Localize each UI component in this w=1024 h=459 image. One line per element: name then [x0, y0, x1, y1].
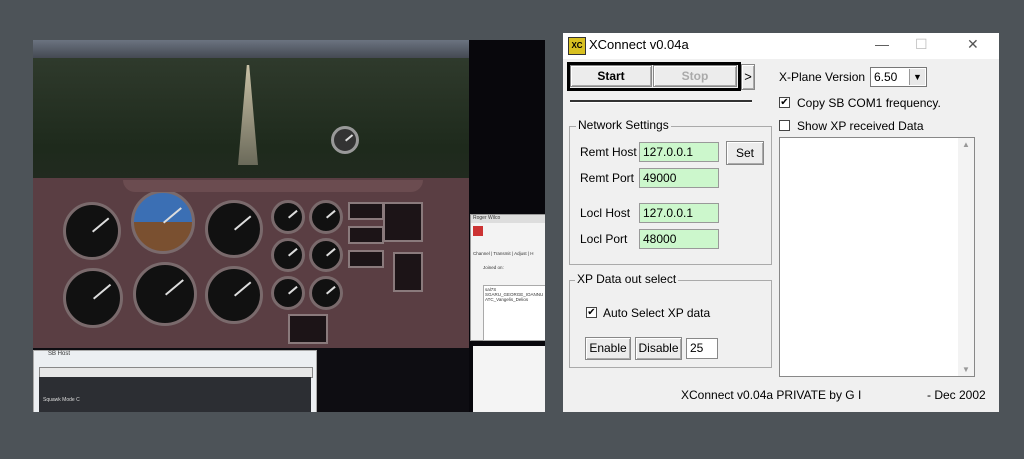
roger-wilco-list: sal7S SGARU_GEORGE_IOANNU ATC_Vangelis_D… — [483, 285, 545, 341]
start-button[interactable]: Start — [570, 65, 652, 87]
turn-coordinator-gauge — [63, 268, 123, 328]
remt-host-label: Remt Host — [580, 145, 637, 159]
disable-button[interactable]: Disable — [635, 337, 682, 360]
locl-port-label: Locl Port — [580, 232, 628, 246]
scrollbar[interactable]: ▲ ▼ — [958, 138, 974, 376]
blank-window — [473, 346, 545, 412]
radio-display-2 — [348, 226, 384, 244]
auto-select-checkbox[interactable]: ✔ — [586, 307, 597, 318]
copy-sb-label: Copy SB COM1 frequency. — [797, 96, 941, 110]
remt-port-label: Remt Port — [580, 171, 635, 185]
xp-data-label: XP Data out select — [575, 272, 679, 286]
adf-display — [383, 202, 423, 242]
stop-button[interactable]: Stop — [653, 65, 737, 87]
locl-port-field[interactable]: 48000 — [639, 229, 719, 249]
altimeter-gauge — [205, 200, 263, 258]
roger-wilco-title: Roger Wilco — [471, 215, 545, 223]
count-field[interactable]: 25 — [686, 338, 718, 359]
throttle-quadrant — [288, 314, 328, 344]
gps-display — [393, 252, 423, 292]
scroll-down-icon[interactable]: ▼ — [958, 365, 974, 374]
console-line: Squawk Mode C — [43, 397, 80, 403]
enable-button[interactable]: Enable — [585, 337, 631, 360]
locl-host-field[interactable]: 127.0.0.1 — [639, 203, 719, 223]
glareshield — [123, 180, 423, 192]
xconnect-window: XC XConnect v0.04a — ☐ ✕ Start Stop > X-… — [563, 33, 999, 412]
xplane-version-select[interactable]: 6.50 ▼ — [870, 67, 927, 87]
minimize-icon[interactable]: — — [875, 36, 889, 52]
remt-host-field[interactable]: 127.0.0.1 — [639, 142, 719, 162]
separator — [570, 100, 752, 103]
roger-wilco-window: Roger Wilco Channel | Transmit | Adjust … — [470, 214, 545, 341]
show-xp-checkbox[interactable] — [779, 120, 790, 131]
footer-date: - Dec 2002 — [927, 388, 986, 402]
auto-select-label: Auto Select XP data — [603, 306, 711, 320]
compass — [331, 126, 359, 154]
sb-host-window: SB Host Squawk Mode C — [33, 350, 317, 412]
roger-wilco-tabs[interactable]: Channel | Transmit | Adjust | H — [473, 251, 534, 256]
copy-sb-checkbox[interactable]: ✔ — [779, 97, 790, 108]
window-title: XConnect v0.04a — [589, 37, 689, 52]
xp-data-textarea[interactable]: ▲ ▼ — [779, 137, 975, 377]
radio-display-3 — [348, 250, 384, 268]
sb-host-console: Squawk Mode C — [39, 377, 311, 412]
maximize-icon[interactable]: ☐ — [915, 36, 928, 53]
list-item[interactable]: ATC_Vangelis_Delios — [485, 297, 545, 302]
attitude-indicator — [131, 190, 195, 254]
locl-host-label: Locl Host — [580, 206, 631, 220]
hsi-gauge — [133, 262, 197, 326]
engine-gauge-4 — [309, 238, 343, 272]
chevron-down-icon[interactable]: ▼ — [909, 69, 925, 85]
network-settings-label: Network Settings — [576, 118, 671, 132]
roger-wilco-joined: Joined on: — [483, 265, 504, 270]
expand-button[interactable]: > — [741, 64, 755, 90]
vsi-gauge — [205, 266, 263, 324]
app-logo-icon: XC — [568, 37, 586, 55]
engine-gauge-2 — [309, 200, 343, 234]
engine-gauge-3 — [271, 238, 305, 272]
engine-gauge-1 — [271, 200, 305, 234]
engine-gauge-5 — [271, 276, 305, 310]
close-icon[interactable]: ✕ — [967, 36, 979, 53]
title-bar: XC XConnect v0.04a — ☐ ✕ — [563, 33, 999, 59]
airspeed-gauge — [63, 202, 121, 260]
flight-sim-screenshot: Roger Wilco Channel | Transmit | Adjust … — [33, 40, 545, 412]
radio-display-1 — [348, 202, 384, 220]
remt-port-field[interactable]: 49000 — [639, 168, 719, 188]
show-xp-label: Show XP received Data — [797, 119, 924, 133]
xplane-version-value: 6.50 — [874, 70, 898, 84]
roger-wilco-logo — [473, 226, 483, 236]
scroll-up-icon[interactable]: ▲ — [958, 140, 974, 149]
instrument-panel — [33, 178, 469, 348]
xplane-version-label: X-Plane Version — [779, 70, 866, 84]
footer-version: XConnect v0.04a PRIVATE by G I — [681, 388, 862, 402]
set-button[interactable]: Set — [726, 141, 764, 165]
engine-gauge-6 — [309, 276, 343, 310]
sb-host-title: SB Host — [48, 351, 71, 357]
